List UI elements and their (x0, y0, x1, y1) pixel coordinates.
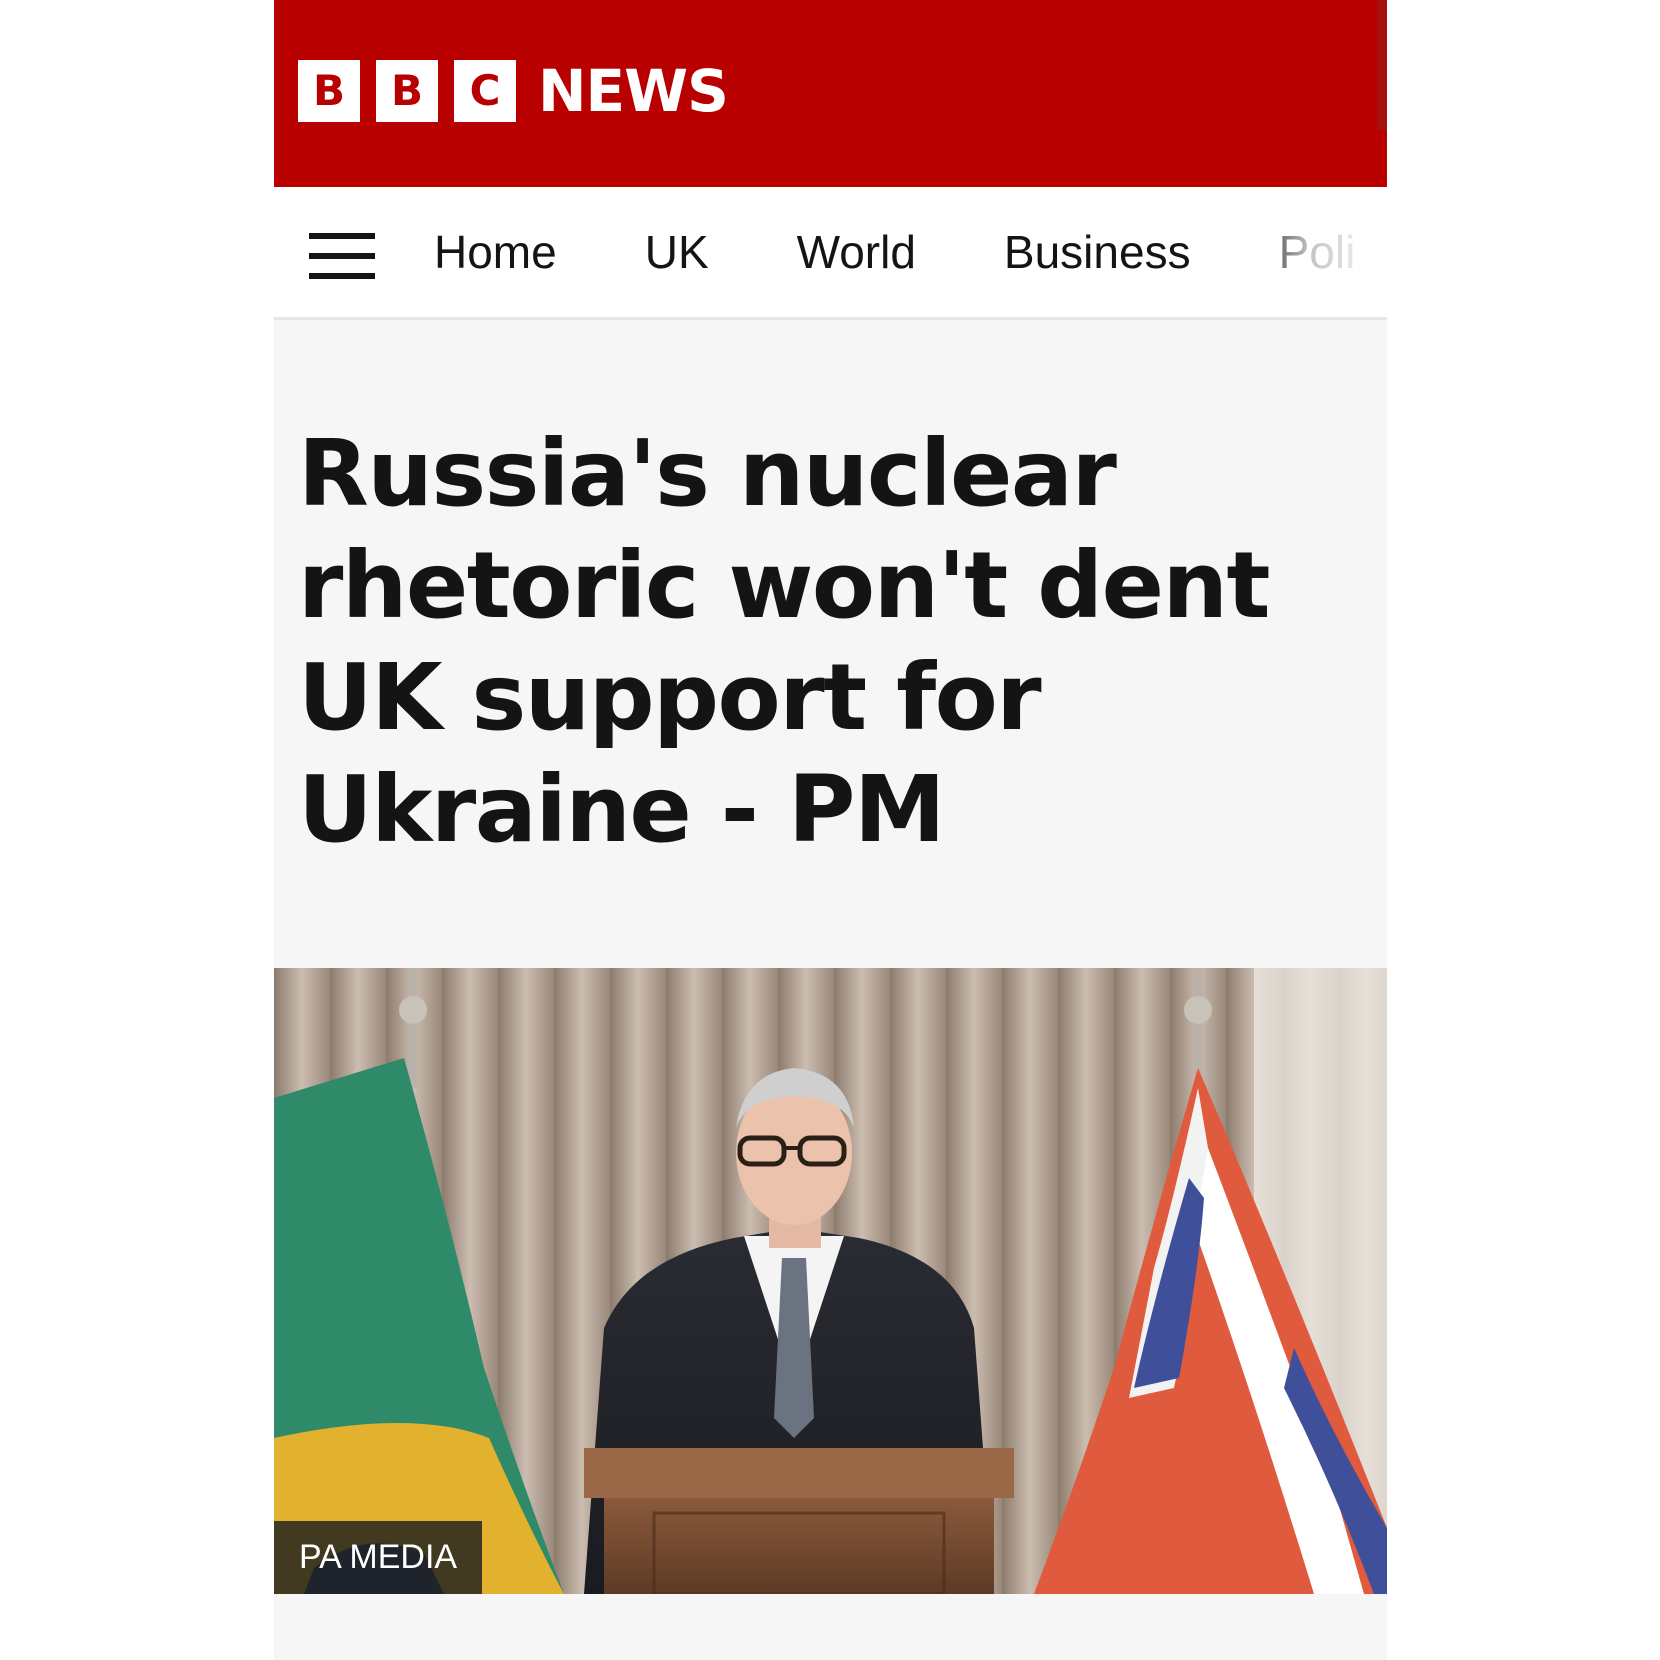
article-headline: Russia's nuclear rhetoric won't dent UK … (298, 420, 1271, 863)
scrollbar[interactable] (1377, 0, 1387, 130)
article-hero-image: PA MEDIA (274, 968, 1387, 1594)
image-credit: PA MEDIA (274, 1521, 483, 1594)
nav-items: Home UK World Business Poli (434, 187, 1387, 317)
hamburger-icon[interactable] (309, 233, 375, 279)
nav-item-home[interactable]: Home (434, 225, 557, 279)
logo-news-word: NEWS (538, 57, 729, 125)
logo-letter-c: C (454, 60, 516, 122)
logo-letter-b1: B (298, 60, 360, 122)
article-page: B B C NEWS Home UK World Business Poli R… (274, 0, 1387, 1660)
hero-photo (274, 968, 1387, 1594)
logo-letter-b2: B (376, 60, 438, 122)
bbc-news-logo[interactable]: B B C NEWS (298, 57, 729, 125)
nav-item-business[interactable]: Business (1004, 225, 1191, 279)
nav-item-uk[interactable]: UK (645, 225, 709, 279)
masthead: B B C NEWS (274, 0, 1387, 187)
nav-item-world[interactable]: World (797, 225, 916, 279)
navigation-bar: Home UK World Business Poli (274, 187, 1387, 320)
nav-item-politics[interactable]: Poli (1279, 225, 1356, 279)
